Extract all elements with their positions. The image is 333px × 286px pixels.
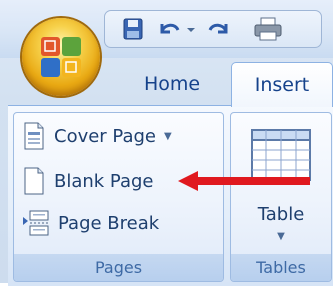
pages-group-label: Pages: [14, 254, 223, 281]
tab-insert[interactable]: Insert: [231, 62, 333, 107]
table-label: Table: [257, 204, 305, 225]
blank-page-button[interactable]: Blank Page: [22, 165, 154, 197]
undo-icon[interactable]: [155, 16, 183, 42]
quick-access-toolbar: [104, 10, 322, 48]
table-button[interactable]: Table ▼: [246, 128, 316, 268]
page-break-icon: [23, 210, 49, 236]
blank-page-label: Blank Page: [54, 170, 154, 192]
cover-page-icon: [24, 122, 44, 150]
page-break-label: Page Break: [58, 212, 160, 234]
word-window: Home Insert Pages Cover Page ▼ Blank Pag…: [0, 0, 333, 286]
chevron-down-icon[interactable]: ▼: [277, 231, 285, 242]
annotation-arrow-icon: [178, 171, 310, 191]
redo-icon[interactable]: [205, 16, 233, 42]
undo-dropdown-icon[interactable]: [185, 16, 197, 42]
cover-page-label: Cover Page: [54, 125, 157, 147]
page-break-button[interactable]: Page Break: [22, 207, 159, 239]
chevron-down-icon[interactable]: ▼: [164, 131, 172, 142]
save-icon[interactable]: [119, 16, 147, 42]
office-logo-icon: [41, 37, 81, 77]
tab-home[interactable]: Home: [124, 62, 220, 106]
print-icon[interactable]: [251, 16, 285, 42]
blank-page-icon: [24, 167, 44, 195]
office-button[interactable]: [22, 18, 100, 96]
cover-page-button[interactable]: Cover Page ▼: [22, 120, 172, 152]
